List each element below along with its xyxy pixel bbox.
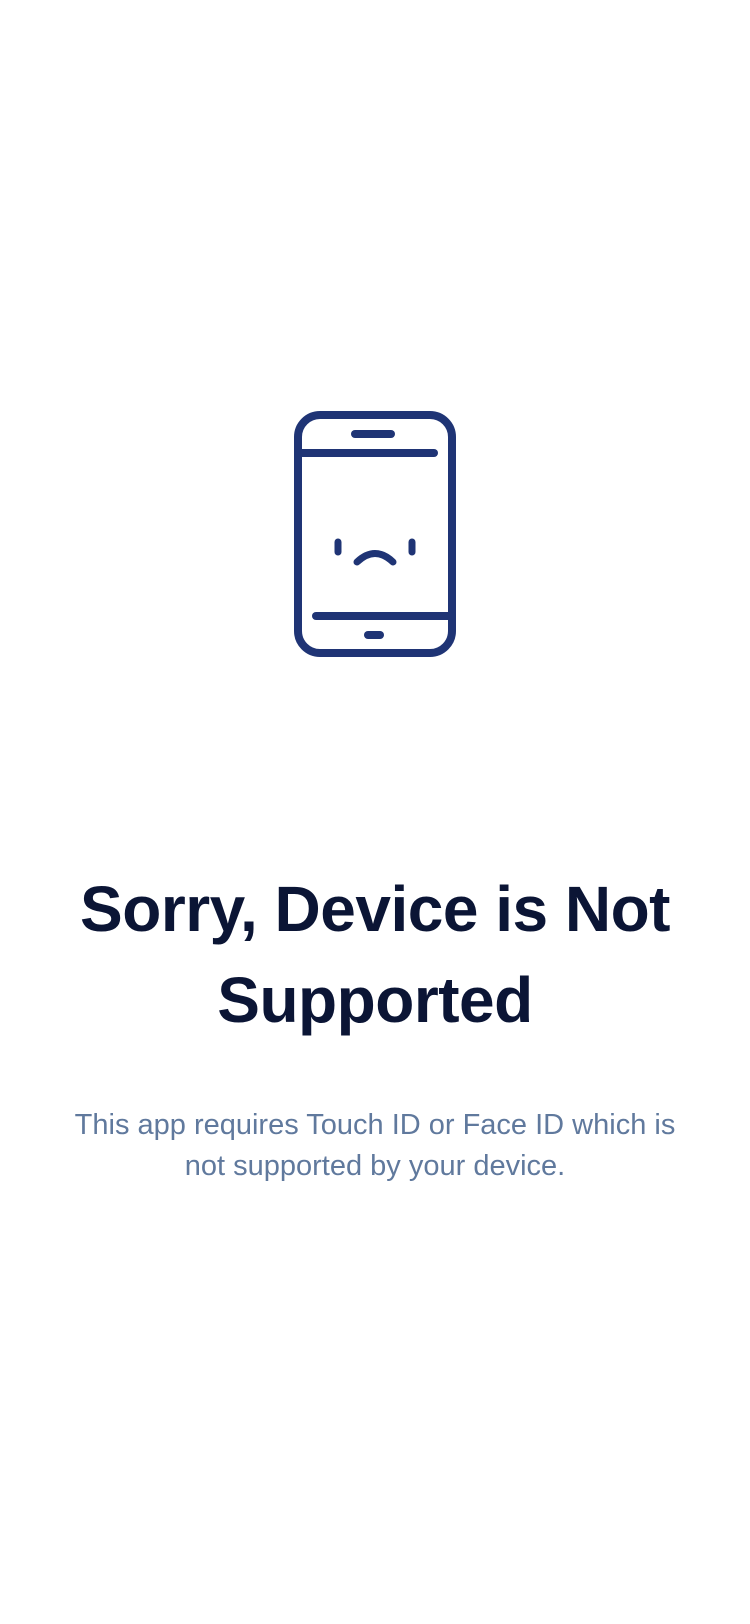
device-not-supported-screen: Sorry, Device is Not Supported This app … xyxy=(0,0,750,1624)
page-title: Sorry, Device is Not Supported xyxy=(80,873,670,1036)
unsupported-device-message: This app requires Touch ID or Face ID wh… xyxy=(74,1109,676,1182)
sad-phone-icon xyxy=(294,411,456,657)
